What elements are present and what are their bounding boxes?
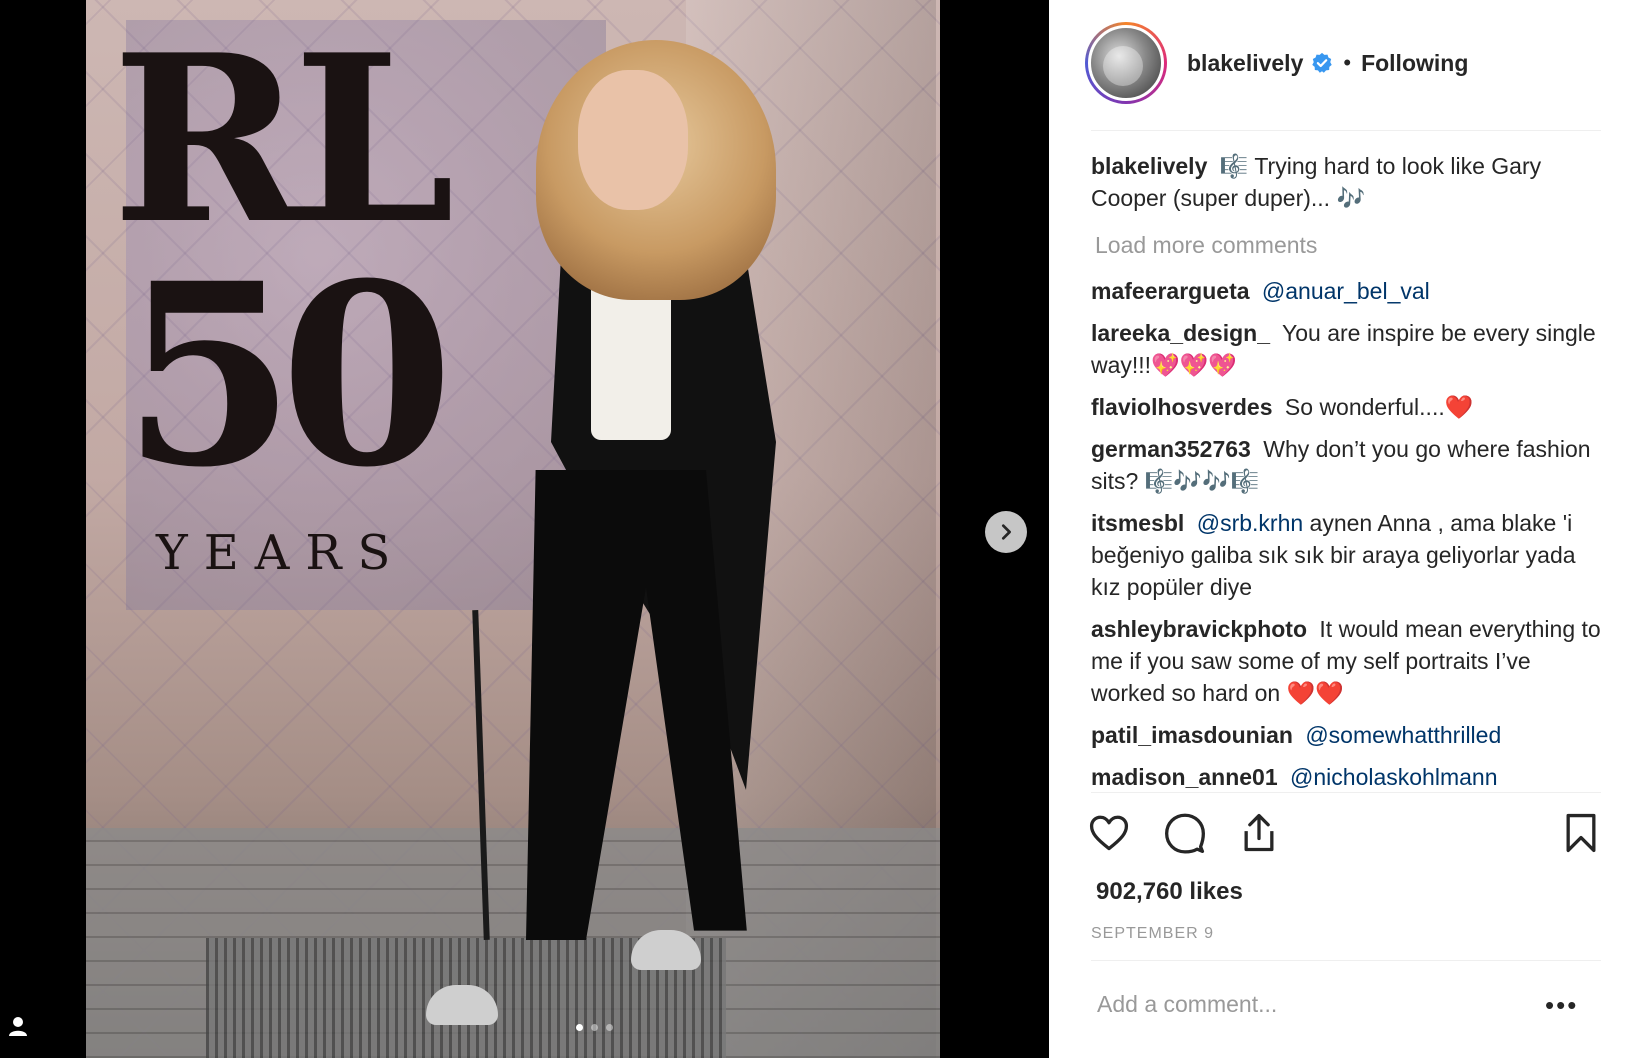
list-item: lareeka_design_ You are inspire be every… (1091, 317, 1601, 381)
list-item: mafeerargueta @anuar_bel_val (1091, 275, 1601, 307)
comment-username[interactable]: patil_imasdounian (1091, 722, 1293, 748)
list-item: itsmesbl @srb.krhn aynen Anna , ama blak… (1091, 507, 1601, 603)
add-comment-input[interactable] (1095, 990, 1519, 1019)
next-slide-button[interactable] (985, 511, 1027, 553)
post-actions-bar (1089, 805, 1603, 865)
caption-username[interactable]: blakelively (1091, 153, 1207, 179)
list-item: flaviolhosverdes So wonderful....❤️ (1091, 391, 1601, 423)
comment-username[interactable]: german352763 (1091, 436, 1251, 462)
comments-list[interactable]: blakelively 🎼 Trying hard to look like G… (1091, 150, 1601, 790)
media-area: RL 50 YEARS (0, 0, 1049, 1058)
carousel-dots (576, 1024, 613, 1031)
likes-count[interactable]: 902,760 likes (1096, 878, 1243, 906)
carousel-dot-2[interactable] (591, 1024, 598, 1031)
carousel-dot-3[interactable] (606, 1024, 613, 1031)
header-username[interactable]: blakelively (1187, 50, 1303, 77)
divider (1091, 960, 1601, 961)
comment-username[interactable]: itsmesbl (1091, 510, 1184, 536)
more-options-button[interactable]: ••• (1545, 990, 1578, 1021)
heart-icon[interactable] (1087, 811, 1131, 855)
following-button[interactable]: Following (1361, 50, 1468, 77)
comment-mention[interactable]: @srb.krhn (1197, 510, 1303, 536)
list-item: ashleybravickphoto It would mean everyth… (1091, 613, 1601, 709)
list-item: patil_imasdounian @somewhatthrilled (1091, 719, 1601, 751)
post-header: blakelively • Following (1085, 18, 1468, 108)
comment-username[interactable]: mafeerargueta (1091, 278, 1250, 304)
comment-icon[interactable] (1163, 811, 1207, 855)
user-tag-icon[interactable] (6, 1014, 30, 1038)
photo-logo-subtitle: YEARS (156, 525, 407, 581)
list-item: german352763 Why don’t you go where fash… (1091, 433, 1601, 497)
comment-username[interactable]: madison_anne01 (1091, 764, 1278, 790)
chevron-right-icon (1001, 524, 1011, 540)
post-caption: blakelively 🎼 Trying hard to look like G… (1091, 150, 1601, 214)
avatar-story-ring[interactable] (1085, 22, 1167, 104)
comment-mention[interactable]: @anuar_bel_val (1262, 278, 1430, 304)
list-item: madison_anne01 @nicholaskohlmann (1091, 761, 1601, 790)
photo-logo-text: RL (112, 5, 455, 275)
header-separator: • (1343, 50, 1352, 75)
avatar[interactable] (1088, 25, 1164, 101)
comment-username[interactable]: ashleybravickphoto (1091, 616, 1307, 642)
divider (1091, 792, 1601, 793)
photo-logo-number: 50 (122, 228, 454, 522)
post-date[interactable]: SEPTEMBER 9 (1091, 925, 1214, 943)
post-photo[interactable]: RL 50 YEARS (86, 0, 940, 1058)
comment-mention[interactable]: @nicholaskohlmann (1290, 764, 1497, 790)
carousel-dot-1[interactable] (576, 1024, 583, 1031)
comment-mention[interactable]: @somewhatthrilled (1305, 722, 1501, 748)
verified-badge-icon (1312, 52, 1333, 73)
comment-text: So wonderful....❤️ (1284, 394, 1474, 420)
comment-username[interactable]: flaviolhosverdes (1091, 394, 1273, 420)
load-more-comments-button[interactable]: Load more comments (1095, 232, 1601, 259)
share-icon[interactable] (1237, 811, 1281, 855)
photo-person-face (578, 70, 688, 210)
bookmark-icon[interactable] (1559, 811, 1603, 855)
post-side-panel: blakelively • Following blakelively 🎼 Tr… (1049, 0, 1636, 1058)
comment-username[interactable]: lareeka_design_ (1091, 320, 1270, 346)
photo-person-shoe-left (426, 985, 498, 1025)
divider (1091, 130, 1601, 131)
